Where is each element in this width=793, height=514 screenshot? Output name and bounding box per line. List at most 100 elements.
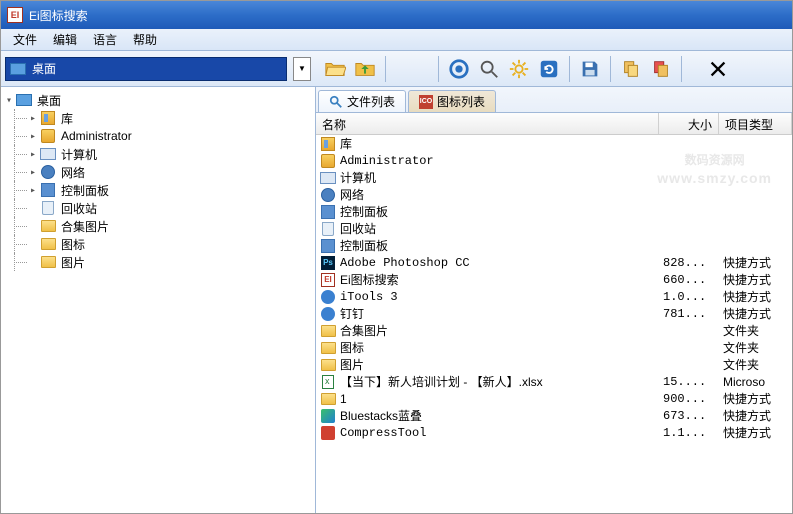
refresh-button[interactable] [535,55,563,83]
list-row[interactable]: 钉钉781...快捷方式 [316,305,792,322]
list-row[interactable]: CompressTool1.1...快捷方式 [316,424,792,441]
content-area: ▾ 桌面 ▸库▸Administrator▸计算机▸网络▸控制面板回收站合集图片… [1,87,792,513]
file-name: Ei图标搜索 [340,271,399,288]
tree-panel[interactable]: ▾ 桌面 ▸库▸Administrator▸计算机▸网络▸控制面板回收站合集图片… [1,87,316,513]
tree-item[interactable]: 回收站 [3,199,313,217]
menu-file[interactable]: 文件 [5,29,45,50]
tree-item[interactable]: ▸控制面板 [3,181,313,199]
file-size: 660... [659,273,719,287]
cpanel-icon [320,204,336,220]
search-button[interactable] [475,55,503,83]
file-name: Administrator [340,154,434,168]
folder-icon [41,220,56,232]
list-row[interactable]: 图标文件夹 [316,339,792,356]
save-button[interactable] [576,55,604,83]
file-type: 快捷方式 [719,271,792,288]
file-size: 781... [659,307,719,321]
cpanel-icon [321,205,335,219]
tree-item[interactable]: 合集图片 [3,217,313,235]
expand-icon[interactable]: ▸ [27,149,39,160]
computer-icon [320,170,336,186]
folder-icon [320,323,336,339]
tree-item[interactable]: ▸ Administrator [3,127,313,145]
tree-item[interactable]: 图标 [3,235,313,253]
tree-item-label: Administrator [59,129,134,143]
list-row[interactable]: 库 [316,135,792,152]
file-size: 828... [659,256,719,270]
ps-icon: Ps [321,256,335,270]
tree-item[interactable]: 图片 [3,253,313,271]
ps-icon: Ps [320,255,336,271]
stop-button[interactable] [445,55,473,83]
tree-item[interactable]: ▸计算机 [3,145,313,163]
cpanel-icon [321,239,335,253]
path-combo[interactable]: 桌面 [5,57,287,81]
desktop-icon [16,92,32,108]
file-type: 文件夹 [719,356,792,373]
tree-root[interactable]: ▾ 桌面 [3,91,313,109]
folder-icon [320,391,336,407]
settings-button[interactable] [505,55,533,83]
file-type: 快捷方式 [719,407,792,424]
list-row[interactable]: 计算机 [316,169,792,186]
close-button[interactable] [702,55,734,83]
list-row[interactable]: 【当下】新人培训计划 - 【新人】.xlsx15....Microso [316,373,792,390]
tab-icon-list[interactable]: ICO 图标列表 [408,90,496,112]
menu-language[interactable]: 语言 [85,29,125,50]
list-row[interactable]: Bluestacks蓝叠673...快捷方式 [316,407,792,424]
list-row[interactable]: iTools 31.0...快捷方式 [316,288,792,305]
menu-edit[interactable]: 编辑 [45,29,85,50]
recycle-icon [40,200,56,216]
file-size: 15.... [659,375,719,389]
expand-icon[interactable]: ▸ [27,185,39,196]
cpanel-icon [40,182,56,198]
up-folder-button[interactable] [351,55,379,83]
column-type[interactable]: 项目类型 [719,113,792,134]
user-icon [321,154,335,168]
tree-item[interactable]: ▸库 [3,109,313,127]
list-row[interactable]: 控制面板 [316,237,792,254]
file-size: 900... [659,392,719,406]
file-size: 1.1... [659,426,719,440]
file-name: 网络 [340,186,364,203]
expand-icon[interactable]: ▸ [27,113,39,124]
magnifier-icon [329,95,343,109]
list-row[interactable]: 图片文件夹 [316,356,792,373]
computer-icon [40,148,56,160]
menu-help[interactable]: 帮助 [125,29,165,50]
copy-button[interactable] [617,55,645,83]
file-name: 1 [340,392,347,406]
list-row[interactable]: 1900...快捷方式 [316,390,792,407]
desktop-icon [10,63,26,75]
file-name: 控制面板 [340,237,388,254]
list-row[interactable]: 回收站 [316,220,792,237]
expand-icon[interactable]: ▸ [27,131,39,142]
tab-file-list[interactable]: 文件列表 [318,90,406,112]
list-body[interactable]: 数码资源网 www.smzy.com 库Administrator计算机网络控制… [316,135,792,513]
paste-button[interactable] [647,55,675,83]
column-size[interactable]: 大小 [659,113,719,134]
open-folder-button[interactable] [321,55,349,83]
blue-icon [320,306,336,322]
file-name: Bluestacks蓝叠 [340,407,422,424]
network-icon [320,187,336,203]
list-row[interactable]: EIEi图标搜索660...快捷方式 [316,271,792,288]
expand-icon[interactable]: ▸ [27,167,39,178]
list-row[interactable]: 合集图片文件夹 [316,322,792,339]
folder-icon [321,359,336,371]
bs-icon [320,408,336,424]
column-name[interactable]: 名称 [316,113,659,134]
collapse-icon[interactable]: ▾ [3,95,15,106]
folder-icon [321,393,336,405]
file-name: iTools 3 [340,290,398,304]
tree-item[interactable]: ▸网络 [3,163,313,181]
path-label: 桌面 [32,60,56,77]
list-row[interactable]: Administrator [316,152,792,169]
list-row[interactable]: 网络 [316,186,792,203]
network-icon [321,188,335,202]
list-row[interactable]: 控制面板 [316,203,792,220]
tab-bar: 文件列表 ICO 图标列表 [316,87,792,113]
file-name: 合集图片 [340,322,388,339]
list-row[interactable]: PsAdobe Photoshop CC828...快捷方式 [316,254,792,271]
path-dropdown-button[interactable]: ▼ [293,57,311,81]
